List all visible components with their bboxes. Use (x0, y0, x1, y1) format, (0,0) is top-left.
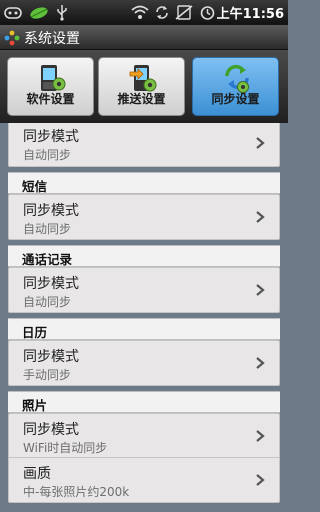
section-header-call-log: 通话记录 (8, 245, 280, 267)
section-header-photos: 照片 (8, 391, 280, 413)
settings-card-sms: 同步模式 自动同步 (8, 194, 280, 240)
section-title: 日历 (22, 325, 48, 340)
settings-content: 同步模式 自动同步 短信 同步模式 自动同步 通话记录 同步模式 自动同步 日历… (0, 123, 288, 512)
row-title: 同步模式 (23, 276, 79, 292)
chevron-right-icon (256, 284, 265, 296)
list-item[interactable]: 同步模式 自动同步 (9, 123, 279, 166)
list-item[interactable]: 同步模式 自动同步 (9, 268, 279, 312)
row-subtitle: 自动同步 (23, 148, 72, 162)
list-item[interactable]: 画质 中-每张照片约200k (9, 458, 279, 502)
chevron-right-icon (256, 137, 265, 149)
app-logo-icon (4, 30, 20, 46)
wifi-icon (131, 5, 149, 19)
chevron-right-icon (256, 211, 265, 223)
row-title: 同步模式 (23, 129, 79, 145)
no-sim-icon (175, 5, 193, 20)
chevron-right-icon (256, 474, 265, 486)
tab-label: 同步设置 (211, 92, 260, 106)
tab-label: 软件设置 (26, 92, 75, 106)
tab-label: 推送设置 (117, 92, 166, 106)
title-bar: 系统设置 (0, 25, 288, 50)
tab-software-settings[interactable]: 软件设置 (7, 57, 94, 116)
list-item[interactable]: 同步模式 WiFi时自动同步 (9, 414, 279, 458)
section-title: 通话记录 (22, 252, 73, 267)
sync-icon (156, 6, 168, 19)
status-time: 上午11:56 (216, 7, 284, 22)
usb-icon (57, 5, 67, 21)
row-subtitle: 自动同步 (23, 295, 72, 309)
section-title: 照片 (22, 398, 48, 413)
status-bar: 上午11:56 (0, 0, 288, 25)
row-title: 同步模式 (23, 203, 79, 219)
row-subtitle: 中-每张照片约200k (23, 485, 130, 499)
settings-list: 同步模式 自动同步 短信 同步模式 自动同步 通话记录 同步模式 自动同步 日历… (8, 123, 280, 503)
section-header-calendar: 日历 (8, 318, 280, 340)
page-title: 系统设置 (24, 31, 80, 47)
list-item[interactable]: 同步模式 手动同步 (9, 341, 279, 385)
tab-bar: 软件设置 推送设置 同步设置 (0, 50, 288, 123)
game-icon (4, 7, 22, 19)
leaf-icon (30, 7, 48, 19)
chevron-right-icon (256, 357, 265, 369)
tab-sync-settings[interactable]: 同步设置 (192, 57, 279, 116)
settings-card-call-log: 同步模式 自动同步 (8, 267, 280, 313)
list-item[interactable]: 同步模式 自动同步 (9, 195, 279, 239)
row-subtitle: 手动同步 (23, 368, 72, 382)
row-title: 画质 (23, 466, 51, 482)
section-header-sms: 短信 (8, 172, 280, 194)
row-title: 同步模式 (23, 349, 79, 365)
row-title: 同步模式 (23, 422, 79, 438)
settings-card-calendar: 同步模式 手动同步 (8, 340, 280, 386)
settings-card-general-sync: 同步模式 自动同步 (8, 123, 280, 167)
row-subtitle: WiFi时自动同步 (23, 441, 108, 455)
section-title: 短信 (22, 179, 48, 194)
tab-push-settings[interactable]: 推送设置 (98, 57, 185, 116)
settings-card-photos: 同步模式 WiFi时自动同步 画质 中-每张照片约200k (8, 413, 280, 503)
alarm-icon (200, 6, 215, 20)
row-subtitle: 自动同步 (23, 222, 72, 236)
chevron-right-icon (256, 430, 265, 442)
